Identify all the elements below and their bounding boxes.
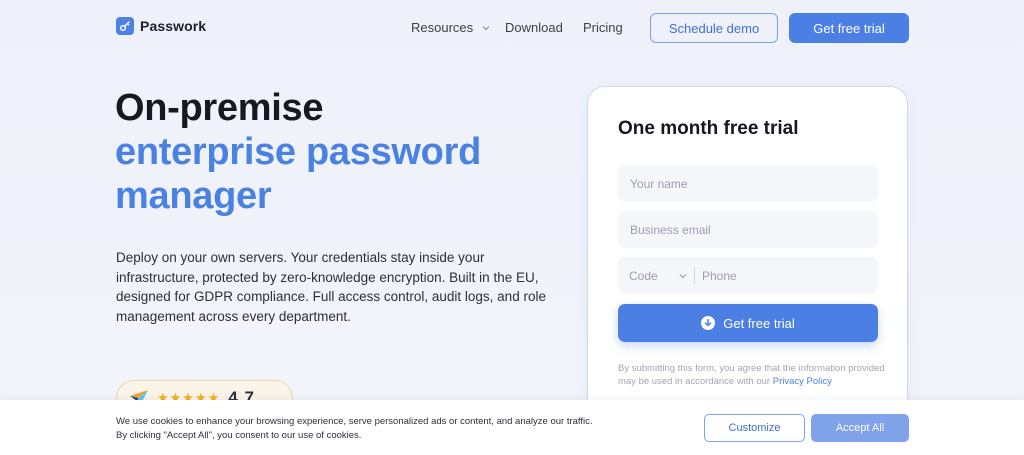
name-input[interactable] (618, 165, 878, 202)
schedule-demo-button[interactable]: Schedule demo (650, 13, 778, 43)
cookie-text-line1: We use cookies to enhance your browsing … (116, 416, 593, 427)
site-header: Passwork Resources Download Pricing Sche… (0, 0, 1024, 56)
phone-field-group: Code (618, 257, 878, 294)
form-title: One month free trial (618, 118, 799, 139)
nav-resources[interactable]: Resources (411, 20, 491, 35)
consent-text: By submitting this form, you agree that … (618, 363, 888, 388)
key-icon (116, 17, 134, 35)
get-free-trial-button[interactable]: Get free trial (789, 13, 909, 43)
hero-title-line1: On-premise (115, 87, 324, 129)
submit-trial-button[interactable]: Get free trial (618, 304, 878, 342)
download-icon (701, 316, 716, 330)
submit-trial-label: Get free trial (723, 315, 795, 331)
customize-cookies-button[interactable]: Customize (704, 414, 805, 442)
email-input[interactable] (618, 211, 878, 248)
logo[interactable]: Passwork (116, 17, 206, 35)
cookie-banner: We use cookies to enhance your browsing … (0, 400, 1024, 455)
consent-body: By submitting this form, you agree that … (618, 363, 885, 387)
hero-title-line3: manager (115, 175, 272, 217)
nav-pricing-label: Pricing (583, 20, 623, 35)
nav-download[interactable]: Download (505, 20, 563, 35)
chevron-down-icon (482, 25, 490, 30)
logo-text: Passwork (140, 18, 207, 34)
cookie-text-line2: By clicking "Accept All", you consent to… (116, 429, 362, 441)
nav-resources-label: Resources (411, 20, 474, 35)
chevron-down-icon (679, 273, 687, 278)
nav-pricing[interactable]: Pricing (583, 20, 623, 35)
country-code-label: Code (629, 268, 658, 283)
hero-description: Deploy on your own servers. Your credent… (116, 250, 546, 324)
hero-title-line2: enterprise password (115, 131, 481, 173)
accept-all-cookies-button[interactable]: Accept All (811, 414, 909, 442)
country-code-select[interactable]: Code (618, 269, 694, 283)
privacy-policy-link[interactable]: Privacy Policy (773, 376, 832, 387)
nav-download-label: Download (505, 20, 563, 35)
hero-title: On-premise enterprise password manager (115, 86, 481, 218)
trial-form-card: One month free trial Code Get free trial… (587, 86, 908, 426)
phone-input[interactable] (695, 257, 878, 294)
cookie-text: We use cookies to enhance your browsing … (116, 415, 676, 442)
